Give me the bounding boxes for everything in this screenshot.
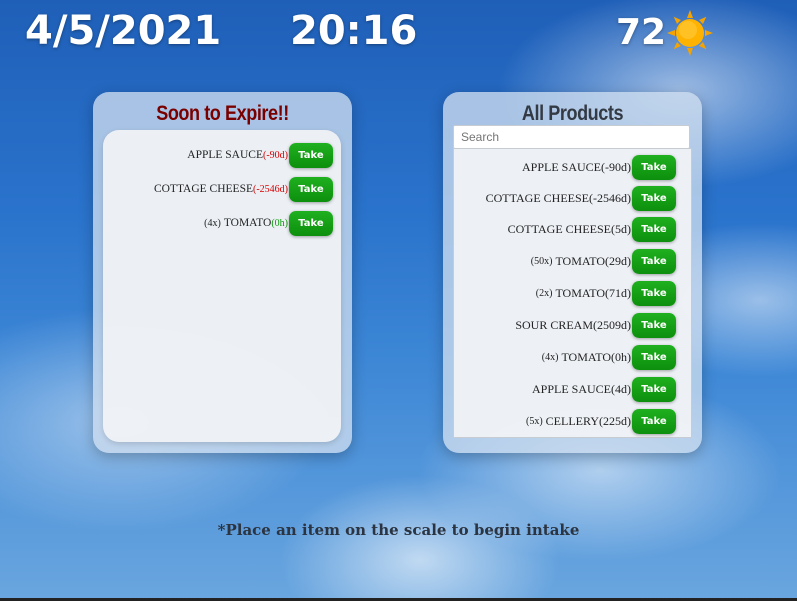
item-name: CELLERY(225d) [545, 413, 631, 428]
take-button[interactable]: Take [632, 408, 676, 434]
all-products-title: All Products [521, 102, 624, 125]
item-name: TOMATO(29d) [555, 253, 631, 268]
product-item: (5x) CELLERY(225d) Take [526, 408, 676, 434]
take-button[interactable]: Take [289, 176, 333, 202]
product-item: SOUR CREAM(2509d) Take [512, 312, 676, 338]
product-item: (4x) TOMATO(0h) Take [542, 344, 676, 370]
item-name: APPLE SAUCE(-90d) [521, 159, 631, 174]
all-products-list: APPLE SAUCE(-90d) Take COTTAGE CHEESE(-2… [453, 148, 692, 438]
product-item: APPLE SAUCE(4d) Take [529, 376, 676, 402]
item-days: (0h) [271, 217, 288, 229]
item-qty: (2x) [535, 287, 553, 299]
product-item: (50x) TOMATO(29d) Take [531, 248, 676, 274]
all-products-panel: All Products APPLE SAUCE(-90d) Take COTT… [443, 92, 702, 453]
item-name: APPLE SAUCE(4d) [531, 381, 631, 396]
soon-to-expire-panel: Soon to Expire!! APPLE SAUCE (-90d) Take… [93, 92, 352, 453]
item-days: (-90d) [263, 149, 288, 161]
item-name: COTTAGE CHEESE(5d) [507, 221, 631, 236]
item-name: APPLE SAUCE [187, 149, 263, 161]
product-item: (2x) TOMATO(71d) Take [536, 280, 676, 306]
expire-item-apple-sauce: APPLE SAUCE (-90d) Take [184, 142, 333, 168]
item-name: COTTAGE CHEESE(-2546d) [485, 190, 631, 205]
item-name: SOUR CREAM(2509d) [515, 317, 631, 332]
item-qty: (4x) [541, 351, 559, 363]
expire-item-cottage-cheese: COTTAGE CHEESE (-2546d) Take [151, 176, 333, 202]
item-name: COTTAGE CHEESE [153, 183, 253, 195]
take-button[interactable]: Take [632, 280, 676, 306]
take-button[interactable]: Take [632, 344, 676, 370]
take-button[interactable]: Take [632, 185, 676, 211]
item-name: TOMATO [223, 217, 272, 229]
time-display: 20:16 [290, 8, 418, 54]
take-button[interactable]: Take [289, 210, 333, 236]
product-item: COTTAGE CHEESE(-2546d) Take [483, 185, 676, 211]
product-item: COTTAGE CHEESE(5d) Take [505, 216, 676, 242]
item-name: TOMATO(71d) [555, 285, 631, 300]
intake-instruction: *Place an item on the scale to begin int… [217, 521, 580, 539]
item-qty: (5x) [526, 415, 543, 427]
item-days: (-2546d) [253, 183, 288, 195]
item-qty: (4x) [204, 217, 221, 229]
expire-item-tomato: (4x) TOMATO (0h) Take [204, 210, 333, 236]
expire-list: APPLE SAUCE (-90d) Take COTTAGE CHEESE (… [103, 130, 341, 442]
date-display: 4/5/2021 [25, 8, 222, 54]
take-button[interactable]: Take [632, 312, 676, 338]
temperature-display: 72 [616, 12, 667, 53]
soon-to-expire-title: Soon to Expire!! [156, 102, 289, 125]
item-name: TOMATO(0h) [561, 349, 631, 364]
take-button[interactable]: Take [289, 142, 333, 168]
sun-icon [667, 10, 713, 56]
take-button[interactable]: Take [632, 376, 676, 402]
product-item: APPLE SAUCE(-90d) Take [519, 154, 676, 180]
item-qty: (50x) [530, 255, 553, 267]
take-button[interactable]: Take [632, 248, 676, 274]
take-button[interactable]: Take [632, 216, 676, 242]
take-button[interactable]: Take [632, 154, 676, 180]
search-input[interactable] [453, 125, 690, 149]
